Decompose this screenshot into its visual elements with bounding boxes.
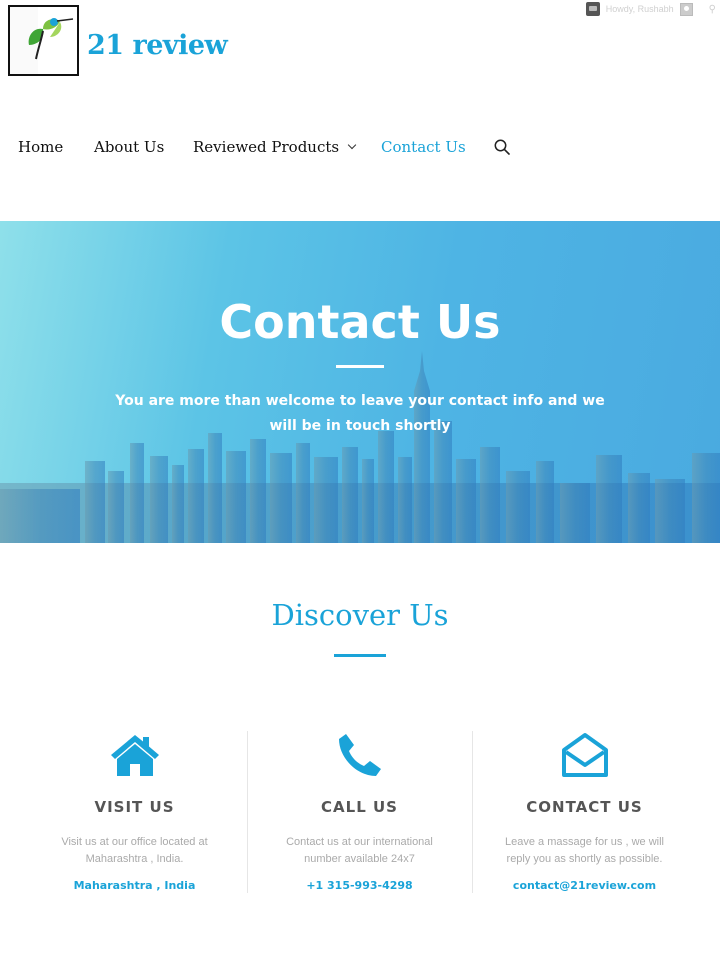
visit-us-title: VISIT US [94, 798, 175, 816]
nav-item-reviewed-products[interactable]: Reviewed Products [193, 138, 357, 156]
address-link[interactable]: Maharashtra , India [22, 879, 247, 892]
admin-search-icon[interactable]: ⚲ [709, 4, 716, 15]
city-skyline-image [0, 351, 720, 543]
nav-item-about-us[interactable]: About Us [94, 138, 164, 156]
nav-item-home[interactable]: Home [18, 138, 63, 156]
call-us-text-line-1: Contact us at our international [286, 836, 433, 848]
avatar[interactable] [679, 2, 693, 16]
envelope-open-icon [561, 733, 608, 777]
admin-howdy[interactable]: Howdy, Rushabh [606, 4, 674, 14]
visit-us-card: VISIT US Visit us at our office located … [22, 730, 247, 892]
nav-item-reviewed-products-label: Reviewed Products [193, 138, 340, 156]
call-us-title: CALL US [321, 798, 398, 816]
call-us-text: Contact us at our international number a… [272, 834, 447, 868]
nav-item-contact-us[interactable]: Contact Us [381, 138, 466, 156]
comments-icon[interactable] [585, 2, 600, 16]
contact-us-text-line-1: Leave a massage for us , we will [505, 836, 664, 848]
hero-title: Contact Us [219, 295, 501, 349]
contact-us-text: Leave a massage for us , we will reply y… [497, 834, 672, 868]
search-icon[interactable] [494, 139, 510, 155]
visit-us-text-line-1: Visit us at our office located at [61, 836, 208, 848]
hero-subtitle-line-1: You are more than welcome to leave your … [115, 393, 605, 409]
chevron-down-icon [347, 140, 357, 150]
contact-us-card: CONTACT US Leave a massage for us , we w… [472, 730, 697, 892]
hero-banner [0, 221, 720, 543]
hero-subtitle-line-2: will be in touch shortly [269, 418, 451, 434]
phone-icon [338, 734, 381, 776]
call-us-text-line-2: number available 24x7 [304, 853, 415, 865]
hero-subtitle: You are more than welcome to leave your … [110, 389, 610, 439]
home-icon [110, 735, 159, 776]
site-logo[interactable] [8, 5, 79, 76]
bird-logo-icon [10, 7, 74, 74]
contact-us-title: CONTACT US [526, 798, 643, 816]
phone-link[interactable]: +1 315-993-4298 [247, 879, 472, 892]
admin-bar: Howdy, Rushabh ⚲ [585, 0, 720, 18]
main-navigation: Home About Us Reviewed Products Contact … [0, 138, 720, 160]
contact-us-text-line-2: reply you as shortly as possible. [506, 853, 663, 865]
section-title: Discover Us [271, 598, 449, 632]
call-us-card: CALL US Contact us at our international … [247, 730, 472, 892]
visit-us-text: Visit us at our office located at Mahara… [47, 834, 222, 868]
hero-divider [336, 365, 384, 368]
email-link[interactable]: contact@21review.com [472, 879, 697, 892]
site-title[interactable]: 21 review [87, 30, 228, 61]
visit-us-text-line-2: Maharashtra , India. [85, 853, 184, 865]
section-divider [334, 654, 386, 657]
